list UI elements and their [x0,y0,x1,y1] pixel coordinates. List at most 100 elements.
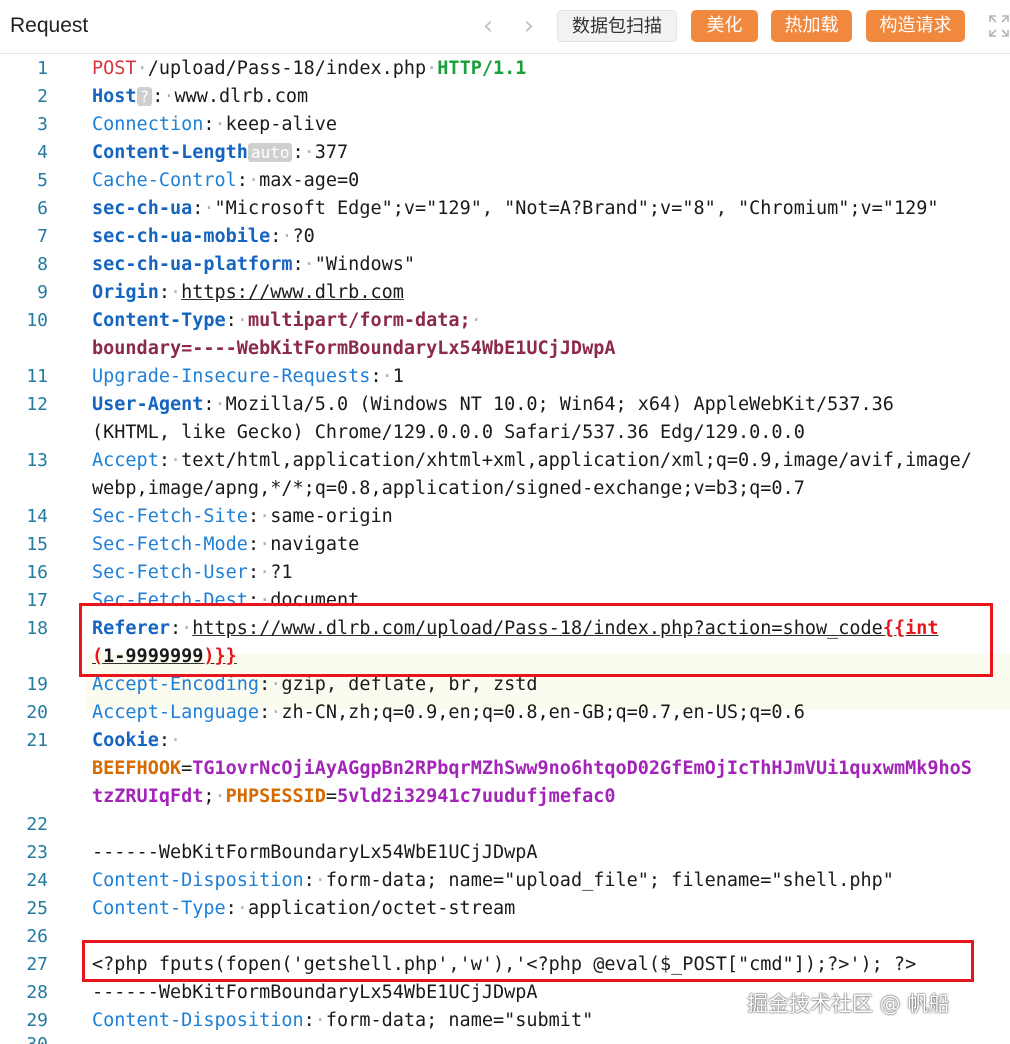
header-key: Content-Disposition [92,870,304,891]
cookie-value: tzZRUIqFdt [92,786,204,807]
header-value: (KHTML, like Gecko) Chrome/129.0.0.0 Saf… [92,422,805,443]
host-badge[interactable]: ? [136,87,153,106]
header-key: Sec-Fetch-User [92,562,248,583]
header-value: navigate [270,534,360,555]
header-value: Mozilla/5.0 (Windows NT 10.0; Win64; x64… [225,394,894,415]
cookie-value: TG1ovrNcOjiAyAGgpBn2RPbqrMZhSww9no6htqoD… [192,758,972,779]
code-line-14: Sec-Fetch-Site:·same-origin [92,506,393,527]
header-value: 377 [314,142,349,163]
expand-icon[interactable] [988,14,1010,38]
code-line-24: Content-Disposition:·form-data; name="up… [92,870,894,891]
code-line-10-wrap: boundary=----WebKitFormBoundaryLx54WbE1U… [92,338,615,359]
code-line-23: ------WebKitFormBoundaryLx54WbE1UCjJDwpA [92,842,538,863]
code-line-29: Content-Disposition:·form-data; name="su… [92,1010,594,1031]
code-line-19: Accept-Encoding:·gzip, deflate, br, zstd [92,674,538,695]
line-number: 20 [26,702,48,723]
line-number: 12 [26,394,48,415]
line-number: 10 [26,310,48,331]
line-number: 7 [37,226,48,247]
header-key: Origin [92,282,159,303]
line-number: 29 [26,1010,48,1031]
code-line-28: ------WebKitFormBoundaryLx54WbE1UCjJDwpA [92,982,538,1003]
cookie-key: BEEFHOOK [92,758,182,779]
code-line-2: Host?:·www.dlrb.com [92,86,309,107]
header-key: Sec-Fetch-Mode [92,534,248,555]
header-key: Content-Length [92,142,248,163]
line-number: 3 [37,114,48,135]
header-value: gzip, deflate, br, zstd [281,674,538,695]
line-number: 5 [37,170,48,191]
cookie-key: PHPSESSID [225,786,326,807]
code-line-21-wrap2: tzZRUIqFdt;·PHPSESSID=5vld2i32941c7uuduf… [92,786,616,807]
header-value: ?0 [292,226,315,247]
header-value: "Windows" [314,254,416,275]
header-key: Content-Type [92,898,226,919]
origin-link[interactable]: https://www.dlrb.com [181,282,404,303]
panel-title: Request [10,14,89,37]
watermark: 掘金技术社区 @ 帆船 [747,992,950,1016]
code-line-11: Upgrade-Insecure-Requests:·1 [92,366,404,387]
content-length-auto-badge[interactable]: auto [247,143,293,162]
code-line-13: Accept:·text/html,application/xhtml+xml,… [92,450,972,471]
code-line-7: sec-ch-ua-mobile:·?0 [92,226,315,247]
hot-reload-button[interactable]: 热加载 [771,10,852,42]
header-key: Upgrade-Insecure-Requests [92,366,371,387]
code-line-6: sec-ch-ua:·"Microsoft Edge";v="129", "No… [92,198,939,219]
header-value: zh-CN,zh;q=0.9,en;q=0.8,en-GB;q=0.7,en-U… [281,702,805,723]
header-key: Cookie [92,730,159,751]
header-key: sec-ch-ua-platform [92,254,293,275]
cookie-value: 5vld2i32941c7uudufjmefac0 [337,786,616,807]
header-key: Host [92,86,137,107]
request-path: /upload/Pass-18/index.php [147,58,427,79]
request-header: Request ‹ › 数据包扫描 美化 热加载 构造请求 [0,0,1010,54]
header-value: form-data; name="submit" [325,1010,594,1031]
code-line-16: Sec-Fetch-User:·?1 [92,562,293,583]
code-line-25: Content-Type:·application/octet-stream [92,898,516,919]
header-key: Accept-Encoding [92,674,260,695]
line-number: 23 [26,842,48,863]
header-key: Connection [92,114,204,135]
line-number: 18 [26,618,48,639]
code-line-8: sec-ch-ua-platform:·"Windows" [92,254,416,275]
header-key: Sec-Fetch-Site [92,506,248,527]
code-line-13-wrap: webp,image/apng,*/*;q=0.8,application/si… [92,478,805,499]
code-line-15: Sec-Fetch-Mode:·navigate [92,534,360,555]
line-number: 13 [26,450,48,471]
line-number: 25 [26,898,48,919]
header-value: "Microsoft Edge";v="129", "Not=A?Brand";… [214,198,939,219]
line-number: 15 [26,534,48,555]
header-value: webp,image/apng,*/*;q=0.8,application/si… [92,478,805,499]
forward-arrow-icon[interactable]: › [516,12,542,40]
header-value: form-data; name="upload_file"; filename=… [325,870,894,891]
construct-request-button[interactable]: 构造请求 [866,10,965,42]
line-number: 14 [26,506,48,527]
payload-highlight-box [82,940,974,982]
line-number: 16 [26,562,48,583]
code-line-5: Cache-Control:·max-age=0 [92,170,360,191]
header-value: same-origin [270,506,393,527]
http-version: HTTP/1.1 [437,58,527,79]
line-number: 6 [37,198,48,219]
header-value: boundary=----WebKitFormBoundaryLx54WbE1U… [92,338,616,359]
header-key: User-Agent [92,394,204,415]
header-value: max-age=0 [259,170,360,191]
header-key: sec-ch-ua-mobile [92,226,271,247]
beautify-button[interactable]: 美化 [691,10,758,42]
line-number: 26 [26,926,48,947]
code-line-10: Content-Type:·multipart/form-data;· [92,310,482,331]
line-number: 11 [26,366,48,387]
boundary: ------WebKitFormBoundaryLx54WbE1UCjJDwpA [92,982,538,1003]
line-number: 27 [26,954,48,975]
request-editor[interactable]: 1 2 3 4 5 6 7 8 9 10 11 12 13 14 15 16 1… [0,54,1010,1044]
packet-scan-button[interactable]: 数据包扫描 [557,10,677,42]
back-arrow-icon[interactable]: ‹ [475,12,501,40]
line-number: 2 [37,86,48,107]
header-value: www.dlrb.com [174,86,309,107]
header-value: application/octet-stream [247,898,516,919]
line-number: 9 [37,282,48,303]
line-number: 17 [26,590,48,611]
header-key: sec-ch-ua [92,198,193,219]
header-key: Accept-Language [92,702,260,723]
line-number: 4 [37,142,48,163]
code-line-20: Accept-Language:·zh-CN,zh;q=0.9,en;q=0.8… [92,702,805,723]
